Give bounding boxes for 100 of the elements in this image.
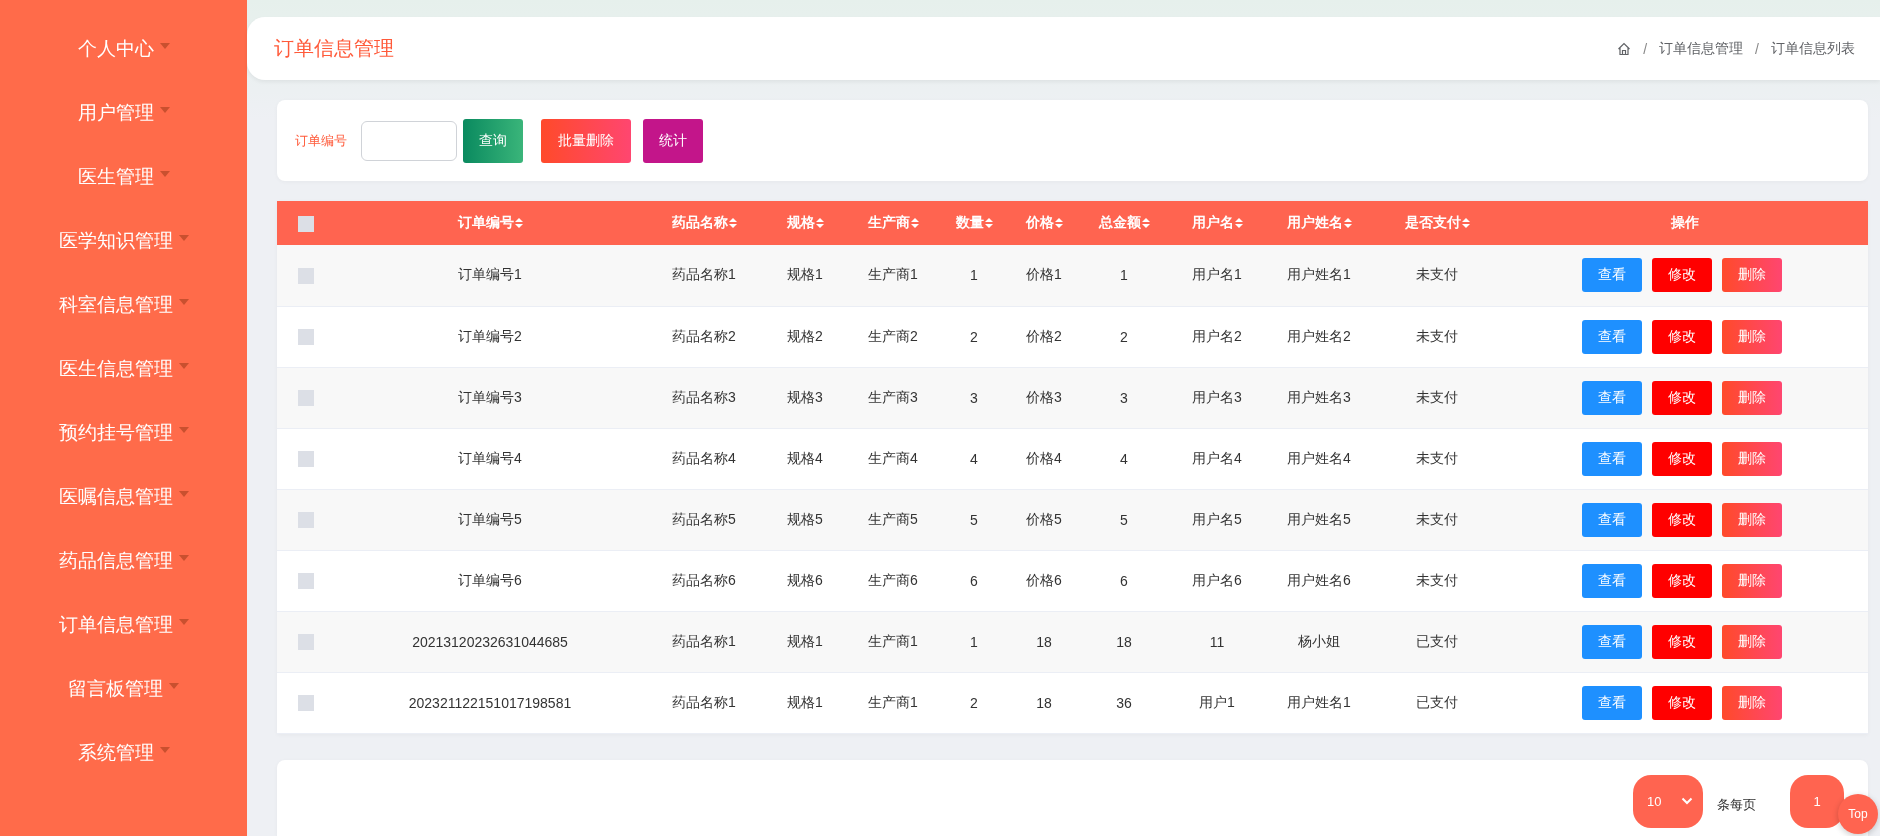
table-cell: 规格5 <box>787 510 823 527</box>
caret-icon <box>178 363 189 369</box>
column-header[interactable]: 订单编号 <box>457 214 514 232</box>
sidebar-menu-item[interactable]: 个人中心 <box>0 17 247 81</box>
table-cell: 生产商1 <box>868 266 918 283</box>
view-button[interactable]: 查看 <box>1582 502 1642 537</box>
delete-button[interactable]: 删除 <box>1722 380 1782 415</box>
breadcrumb-item[interactable]: 订单信息管理 <box>1659 39 1744 58</box>
sidebar-menu-item[interactable]: 订单信息管理 <box>0 593 247 657</box>
table-cell: 生产商4 <box>868 449 918 466</box>
row-checkbox[interactable] <box>298 634 314 651</box>
delete-button[interactable]: 删除 <box>1722 624 1782 659</box>
edit-button[interactable]: 修改 <box>1652 380 1712 415</box>
table-cell: 药品名称2 <box>672 327 736 344</box>
table-cell: 药品名称4 <box>672 449 736 466</box>
column-header[interactable]: 数量 <box>955 214 984 232</box>
batch-delete-button[interactable]: 批量删除 <box>541 118 631 163</box>
table-cell: 用户名4 <box>1192 449 1242 466</box>
statistics-button[interactable]: 统计 <box>643 118 703 163</box>
table-cell: 生产商2 <box>868 327 918 344</box>
table-cell: 订单编号6 <box>458 571 522 588</box>
table-cell: 用户名5 <box>1192 510 1242 527</box>
view-button[interactable]: 查看 <box>1582 685 1642 720</box>
sidebar-menu-item[interactable]: 留言板管理 <box>0 657 247 721</box>
column-header[interactable]: 规格 <box>786 214 815 232</box>
column-header[interactable]: 总金额 <box>1098 214 1141 232</box>
table-cell: 6 <box>1120 572 1128 589</box>
edit-button[interactable]: 修改 <box>1652 624 1712 659</box>
table-cell: 5 <box>1120 511 1128 528</box>
column-header[interactable]: 生产商 <box>867 214 910 232</box>
sidebar-menu-item[interactable]: 医学知识管理 <box>0 209 247 273</box>
sidebar-menu-item[interactable]: 医嘱信息管理 <box>0 465 247 529</box>
edit-button[interactable]: 修改 <box>1652 685 1712 720</box>
table-cell: 用户1 <box>1199 693 1235 710</box>
breadcrumb-separator: / <box>1755 40 1759 57</box>
row-checkbox[interactable] <box>298 451 314 468</box>
table-cell: 用户姓名1 <box>1287 693 1351 710</box>
row-checkbox[interactable] <box>298 512 314 529</box>
table-cell: 未支付 <box>1416 327 1458 344</box>
column-header[interactable]: 用户名 <box>1191 214 1234 232</box>
column-header[interactable]: 价格 <box>1025 214 1054 232</box>
table-cell: 18 <box>1036 633 1052 650</box>
view-button[interactable]: 查看 <box>1582 624 1642 659</box>
row-checkbox[interactable] <box>298 329 314 346</box>
sidebar-menu-item[interactable]: 用户管理 <box>0 81 247 145</box>
edit-button[interactable]: 修改 <box>1652 502 1712 537</box>
page-size-select[interactable]: 10 <box>1633 774 1703 828</box>
table-cell: 用户姓名3 <box>1287 388 1351 405</box>
view-button[interactable]: 查看 <box>1582 563 1642 598</box>
edit-button[interactable]: 修改 <box>1652 563 1712 598</box>
table-cell: 价格1 <box>1026 266 1062 283</box>
table-cell: 2 <box>970 328 978 345</box>
sidebar-menu-item[interactable]: 药品信息管理 <box>0 529 247 593</box>
view-button[interactable]: 查看 <box>1582 258 1642 293</box>
table-cell: 用户姓名6 <box>1287 571 1351 588</box>
view-button[interactable]: 查看 <box>1582 441 1642 476</box>
table-cell: 未支付 <box>1416 388 1458 405</box>
row-checkbox[interactable] <box>298 695 314 712</box>
column-header[interactable]: 药品名称 <box>671 214 728 232</box>
delete-button[interactable]: 删除 <box>1722 502 1782 537</box>
caret-icon <box>169 683 179 689</box>
delete-button[interactable]: 删除 <box>1722 258 1782 293</box>
edit-button[interactable]: 修改 <box>1652 258 1712 293</box>
select-all-checkbox[interactable] <box>298 215 314 232</box>
table-cell: 未支付 <box>1416 449 1458 466</box>
sidebar-menu-item[interactable]: 医生信息管理 <box>0 337 247 401</box>
table-cell: 价格5 <box>1026 510 1062 527</box>
column-header[interactable]: 是否支付 <box>1404 214 1461 232</box>
sidebar-menu-item[interactable]: 系统管理 <box>0 721 247 785</box>
sidebar-menu-item[interactable]: 预约挂号管理 <box>0 401 247 465</box>
delete-button[interactable]: 删除 <box>1722 319 1782 354</box>
sidebar-menu-item[interactable]: 科室信息管理 <box>0 273 247 337</box>
table-cell: 用户姓名2 <box>1287 327 1351 344</box>
view-button[interactable]: 查看 <box>1582 319 1642 354</box>
delete-button[interactable]: 删除 <box>1722 563 1782 598</box>
table-cell: 未支付 <box>1416 266 1458 283</box>
caret-icon <box>178 619 189 625</box>
table-cell: 用户姓名4 <box>1287 449 1351 466</box>
search-button[interactable]: 查询 <box>463 118 523 163</box>
table-cell: 规格2 <box>787 327 823 344</box>
delete-button[interactable]: 删除 <box>1722 685 1782 720</box>
edit-button[interactable]: 修改 <box>1652 441 1712 476</box>
row-checkbox[interactable] <box>298 267 314 284</box>
sidebar-menu-item[interactable]: 医生管理 <box>0 145 247 209</box>
table-cell: 规格1 <box>787 266 823 283</box>
view-button[interactable]: 查看 <box>1582 380 1642 415</box>
page-number-button[interactable]: 1 <box>1790 774 1844 828</box>
page-title: 订单信息管理 <box>274 36 394 61</box>
order-number-input[interactable] <box>361 120 457 161</box>
table-cell: 1 <box>970 633 978 650</box>
row-checkbox[interactable] <box>298 390 314 407</box>
column-header[interactable]: 用户姓名 <box>1286 214 1343 232</box>
edit-button[interactable]: 修改 <box>1652 319 1712 354</box>
row-checkbox[interactable] <box>298 573 314 590</box>
table-cell: 价格6 <box>1026 571 1062 588</box>
column-header: 操作 <box>1670 214 1699 232</box>
chevron-down-icon <box>1681 797 1693 805</box>
delete-button[interactable]: 删除 <box>1722 441 1782 476</box>
table-cell: 2 <box>970 694 978 711</box>
field-label: 订单编号 <box>295 131 347 150</box>
